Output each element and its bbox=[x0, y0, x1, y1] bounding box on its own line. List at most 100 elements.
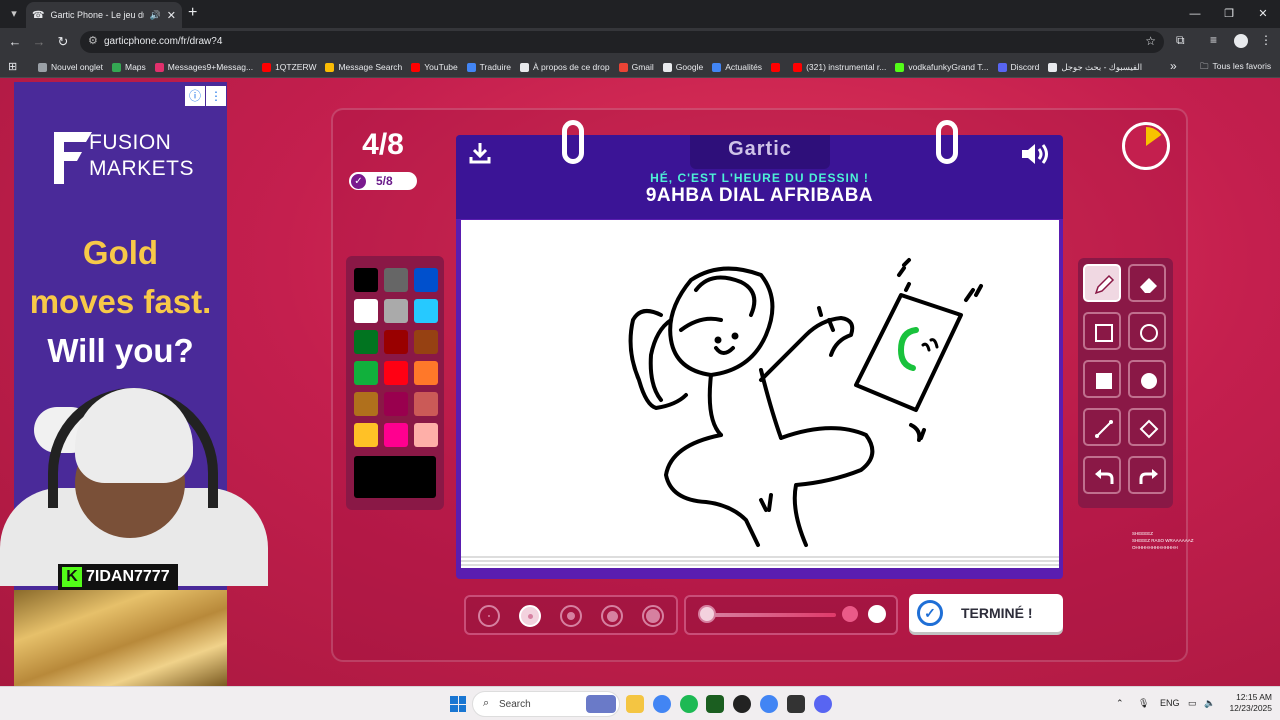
forward-icon[interactable]: → bbox=[30, 33, 48, 51]
obs-icon[interactable] bbox=[733, 695, 751, 713]
chrome-active-icon[interactable] bbox=[760, 695, 778, 713]
bookmark-item[interactable]: Gmail bbox=[618, 62, 654, 72]
bookmark-item[interactable]: Actualités bbox=[712, 62, 762, 72]
minimize-icon[interactable]: — bbox=[1178, 0, 1212, 28]
color-swatch[interactable] bbox=[354, 299, 378, 323]
bookmark-favicon-icon bbox=[411, 62, 421, 72]
close-window-icon[interactable]: ✕ bbox=[1246, 0, 1280, 28]
bookmark-star-icon[interactable]: ☆ bbox=[1145, 34, 1156, 48]
extensions-icon[interactable]: ⧉ bbox=[1176, 33, 1185, 48]
tool-pencil-button[interactable] bbox=[1083, 264, 1121, 302]
tab-audio-icon[interactable]: 🔊 bbox=[150, 10, 161, 21]
start-icon[interactable] bbox=[450, 696, 466, 712]
bookmark-item[interactable]: الفيسبوك - بحث جوجل bbox=[1048, 62, 1142, 73]
brush-size-option[interactable] bbox=[560, 605, 582, 627]
tool-filled-ellipse-button[interactable] bbox=[1128, 360, 1166, 398]
tool-ellipse-button[interactable] bbox=[1128, 312, 1166, 350]
tool-fill-bucket-button[interactable] bbox=[1128, 408, 1166, 446]
bookmark-item[interactable]: Maps bbox=[111, 62, 146, 72]
widgets-icon[interactable] bbox=[586, 695, 616, 713]
binder-ring-left bbox=[562, 120, 584, 164]
speaker-icon[interactable]: 🔈 bbox=[1204, 698, 1215, 709]
color-swatch[interactable] bbox=[414, 392, 438, 416]
color-swatch[interactable] bbox=[354, 268, 378, 292]
profile-avatar[interactable] bbox=[1234, 34, 1248, 48]
volume-icon[interactable] bbox=[1020, 141, 1054, 167]
drawing-canvas[interactable] bbox=[461, 220, 1059, 556]
color-swatch[interactable] bbox=[354, 423, 378, 447]
bookmark-favicon-icon bbox=[1048, 62, 1058, 72]
color-swatch[interactable] bbox=[414, 268, 438, 292]
brush-size-option[interactable] bbox=[519, 605, 541, 627]
bookmark-item[interactable]: 1QTZERW bbox=[262, 62, 316, 72]
site-info-icon[interactable]: ⚙ bbox=[88, 34, 98, 47]
kick-app-icon[interactable] bbox=[706, 695, 724, 713]
network-icon[interactable]: ▭ bbox=[1188, 698, 1197, 709]
bookmark-item[interactable]: Message Search bbox=[325, 62, 402, 72]
color-swatch[interactable] bbox=[414, 330, 438, 354]
color-swatch[interactable] bbox=[354, 330, 378, 354]
opacity-track[interactable] bbox=[708, 613, 836, 617]
color-swatch[interactable] bbox=[384, 299, 408, 323]
ad-info-icon[interactable]: ⓘ bbox=[185, 86, 205, 106]
tool-filled-rectangle-button[interactable] bbox=[1083, 360, 1121, 398]
apps-icon[interactable]: ⊞ bbox=[8, 60, 17, 73]
color-swatch[interactable] bbox=[414, 299, 438, 323]
tool-redo-button[interactable] bbox=[1128, 456, 1166, 494]
bookmark-item[interactable]: Traduire bbox=[466, 62, 511, 72]
bookmark-item[interactable]: Nouvel onglet bbox=[38, 62, 103, 72]
more-bookmarks-icon[interactable]: » bbox=[1170, 59, 1177, 73]
color-swatch[interactable] bbox=[384, 268, 408, 292]
address-bar[interactable]: ⚙ garticphone.com/fr/draw?4 ☆ bbox=[80, 31, 1164, 53]
brush-size-option[interactable] bbox=[601, 605, 623, 627]
bookmark-item[interactable]: YouTube bbox=[411, 62, 458, 72]
all-bookmarks[interactable]: 🗀 Tous les favoris bbox=[1200, 61, 1271, 75]
bookmark-item[interactable]: (321) instrumental r... bbox=[793, 62, 886, 72]
color-swatch[interactable] bbox=[414, 361, 438, 385]
clock[interactable]: 12:15 AM 12/23/2025 bbox=[1222, 692, 1272, 714]
ad-options-icon[interactable]: ⋮ bbox=[206, 86, 226, 106]
media-icon[interactable]: ≡ bbox=[1210, 33, 1217, 47]
bookmark-item[interactable]: Discord bbox=[997, 62, 1039, 72]
color-swatch[interactable] bbox=[384, 392, 408, 416]
restore-icon[interactable]: ❐ bbox=[1212, 0, 1246, 28]
tool-undo-button[interactable] bbox=[1083, 456, 1121, 494]
spotify-icon[interactable] bbox=[680, 695, 698, 713]
file-explorer-icon[interactable] bbox=[626, 695, 644, 713]
reload-icon[interactable]: ↻ bbox=[54, 33, 72, 51]
back-icon[interactable]: ← bbox=[6, 33, 24, 51]
tab-search-icon[interactable]: ▾ bbox=[4, 4, 24, 24]
color-swatch[interactable] bbox=[384, 361, 408, 385]
opacity-slider[interactable] bbox=[684, 595, 898, 635]
new-tab-button[interactable]: + bbox=[188, 4, 197, 22]
tab-gartic[interactable]: ☎ Gartic Phone - Le jeu du télé 🔊 ✕ bbox=[26, 2, 182, 28]
bookmark-item[interactable]: Google bbox=[662, 62, 703, 72]
language-indicator[interactable]: ENG bbox=[1160, 698, 1180, 708]
bookmark-label: Messages9+Messag... bbox=[167, 62, 254, 72]
opacity-handle[interactable] bbox=[842, 606, 858, 622]
color-swatch[interactable] bbox=[384, 330, 408, 354]
color-swatch[interactable] bbox=[384, 423, 408, 447]
bookmark-item[interactable] bbox=[771, 62, 784, 72]
done-button[interactable]: ✓ TERMINÉ ! bbox=[909, 594, 1063, 632]
menu-icon[interactable]: ⋮ bbox=[1260, 33, 1272, 47]
browser-toolbar: ← → ↻ ⚙ garticphone.com/fr/draw?4 ☆ ⧉ ≡ … bbox=[0, 28, 1280, 56]
chrome-icon[interactable] bbox=[653, 695, 671, 713]
tool-line-button[interactable] bbox=[1083, 408, 1121, 446]
tab-close-icon[interactable]: ✕ bbox=[167, 9, 176, 22]
tray-overflow-icon[interactable]: ⌃ bbox=[1116, 698, 1124, 709]
epic-games-icon[interactable] bbox=[787, 695, 805, 713]
download-icon[interactable] bbox=[468, 141, 492, 165]
tool-rectangle-button[interactable] bbox=[1083, 312, 1121, 350]
brush-size-option[interactable] bbox=[642, 605, 664, 627]
bookmark-item[interactable]: vodkafunkyGrand T... bbox=[895, 62, 989, 72]
color-swatch[interactable] bbox=[354, 392, 378, 416]
color-swatch[interactable] bbox=[354, 361, 378, 385]
color-swatch[interactable] bbox=[414, 423, 438, 447]
microphone-icon[interactable]: 🎙 bbox=[1138, 698, 1149, 709]
tool-eraser-button[interactable] bbox=[1128, 264, 1166, 302]
discord-icon[interactable] bbox=[814, 695, 832, 713]
bookmark-item[interactable]: Messages9+Messag... bbox=[154, 62, 254, 72]
brush-size-option[interactable] bbox=[478, 605, 500, 627]
bookmark-item[interactable]: À propos de ce drop bbox=[520, 62, 610, 72]
